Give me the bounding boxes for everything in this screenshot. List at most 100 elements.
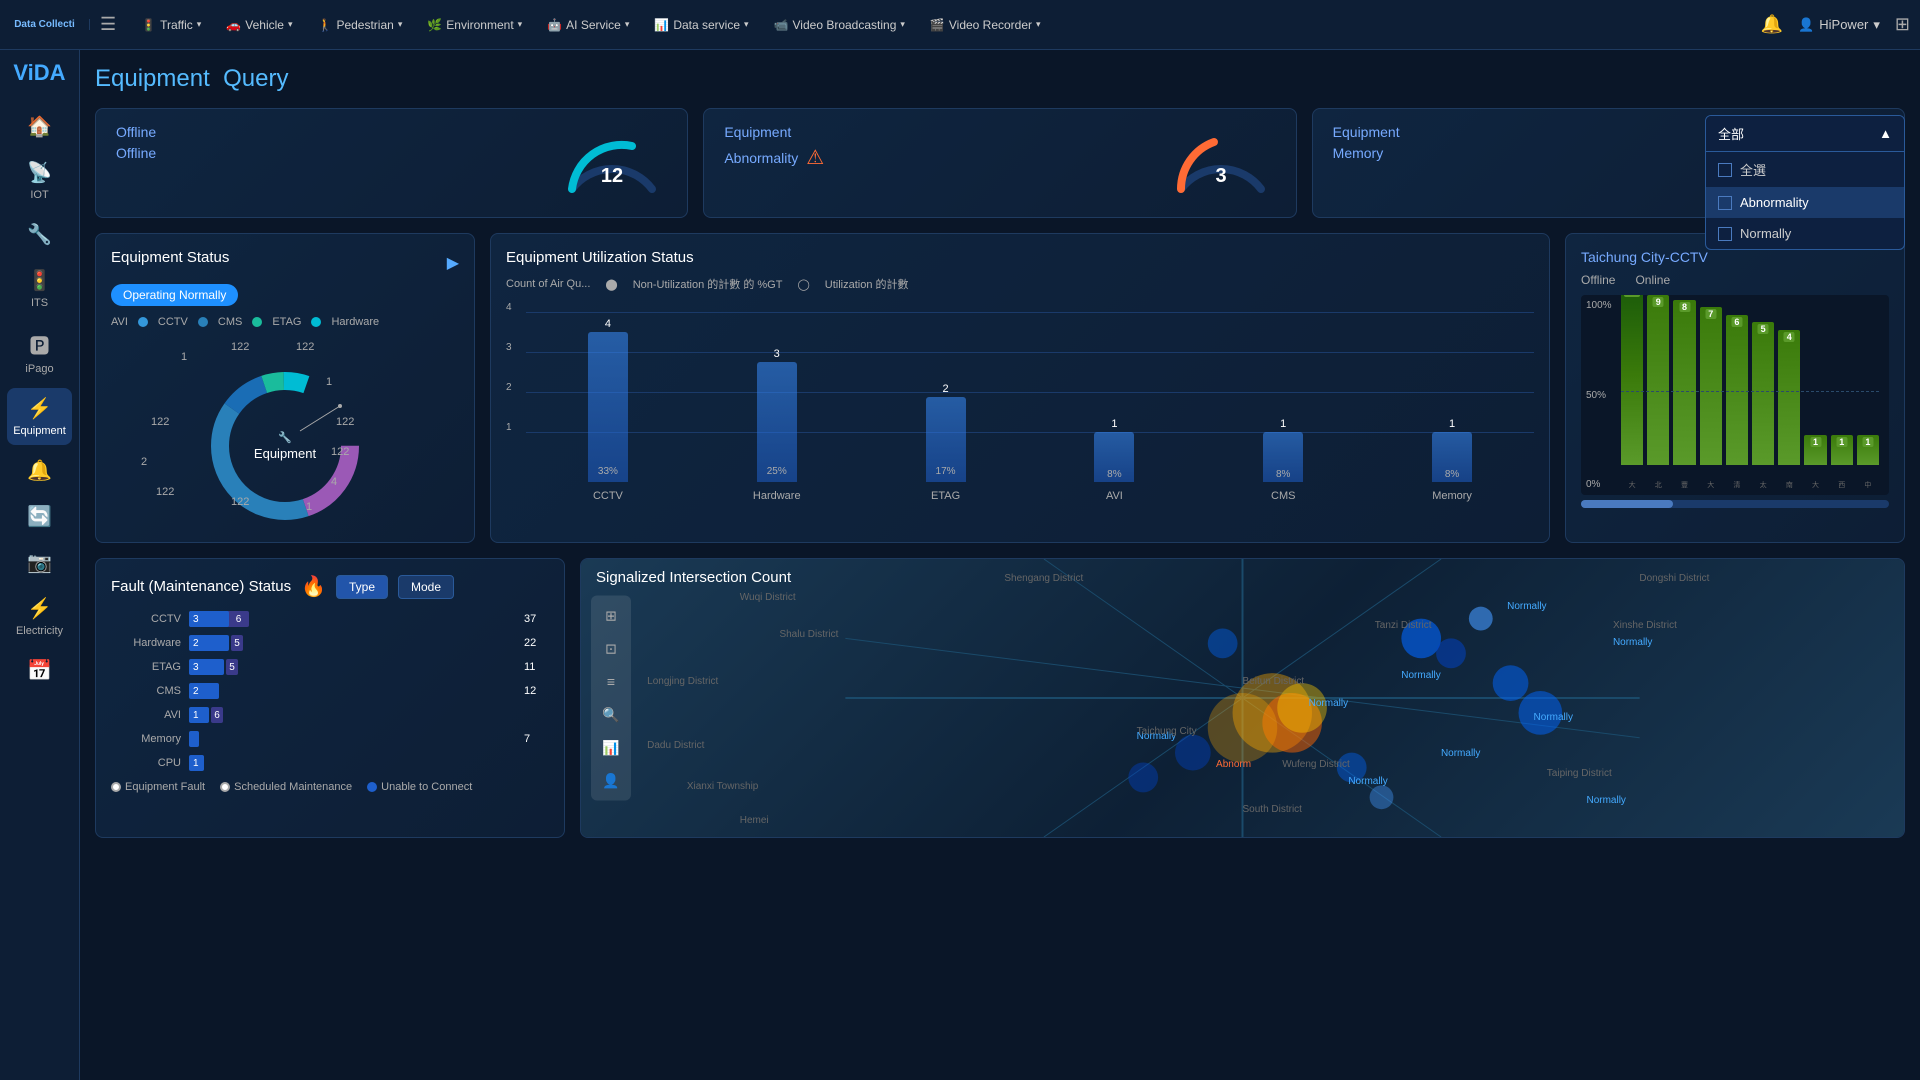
- sidebar-item-alerts[interactable]: 🔔: [7, 450, 72, 491]
- map-zoom-in-button[interactable]: 🔍: [596, 700, 626, 730]
- fault-mode-button[interactable]: Mode: [398, 575, 454, 599]
- dropdown-item-all[interactable]: 全選: [1706, 152, 1904, 187]
- history-icon: 🔄: [27, 504, 52, 529]
- sidebar-item-iot[interactable]: 📡 IOT: [7, 152, 72, 209]
- memory-sublabel: Memory: [1333, 145, 1400, 161]
- play-button[interactable]: ▶: [447, 253, 459, 273]
- nav-ai-service[interactable]: 🤖 AI Service ▾: [537, 13, 639, 37]
- map-normally-9: Normally: [1586, 795, 1625, 806]
- fault-icon: 🔥: [301, 574, 326, 599]
- bar-cms: 1 8%: [1201, 418, 1365, 482]
- dropdown-item-abnormality[interactable]: Abnormality: [1706, 187, 1904, 218]
- sidebar-item-history[interactable]: 🔄: [7, 496, 72, 537]
- map-grid-button[interactable]: ⊡: [596, 634, 626, 664]
- dist-shalu: Shalu District: [779, 629, 838, 640]
- nav-video-recorder[interactable]: 🎬 Video Recorder ▾: [920, 13, 1051, 37]
- sidebar-item-camera[interactable]: 📷: [7, 542, 72, 583]
- svg-text:Equipment: Equipment: [254, 446, 317, 461]
- bottom-row: Fault (Maintenance) Status 🔥 Type Mode C…: [95, 558, 1905, 838]
- bar-chart: 4 3 2 1 4 33%: [506, 302, 1534, 522]
- sidebar-item-equipment[interactable]: ⚡ Equipment: [7, 388, 72, 445]
- dropdown-item-normally[interactable]: Normally: [1706, 218, 1904, 249]
- notifications-bell[interactable]: 🔔: [1761, 14, 1783, 35]
- fault-row-avi: AVI 1 6: [111, 705, 549, 725]
- cctv-legend-dot: [138, 317, 148, 327]
- map-normally-7: Normally: [1441, 748, 1480, 759]
- alert-icon: 🔔: [27, 458, 52, 483]
- hamburger-button[interactable]: ☰: [100, 14, 116, 35]
- dist-south: South District: [1243, 804, 1302, 815]
- etag-legend-dot: [252, 317, 262, 327]
- bar-hardware: 3 25%: [695, 348, 859, 482]
- cms-legend-dot: [198, 317, 208, 327]
- nav-traffic[interactable]: 🚦 Traffic ▾: [131, 13, 211, 37]
- dist-longjing: Longjing District: [647, 676, 718, 687]
- dist-dongshi: Dongshi District: [1639, 573, 1709, 584]
- map-abnorm-1: Abnorm: [1216, 759, 1251, 770]
- app-logo: Data Collecti: [10, 19, 90, 30]
- bar-cctv: 4 33%: [526, 318, 690, 482]
- map-normally-3: Normally: [1401, 670, 1440, 681]
- chevron-up-icon: ▲: [1879, 126, 1892, 141]
- map-normally-5: Normally: [1534, 712, 1573, 723]
- hardware-legend-dot: [311, 317, 321, 327]
- stat-card-abnormality: Equipment Abnormality ⚠ 3: [703, 108, 1296, 218]
- map-chart-button[interactable]: 📊: [596, 733, 626, 763]
- map-user-button[interactable]: 👤: [596, 766, 626, 796]
- sidebar-item-electricity[interactable]: ⚡ Electricity: [7, 588, 72, 645]
- abnormality-sublabel: Abnormality: [724, 150, 798, 166]
- warning-icon: ⚠: [806, 145, 824, 170]
- grid-icon[interactable]: ⊞: [1895, 14, 1910, 35]
- sidebar-item-calendar[interactable]: 📅: [7, 650, 72, 691]
- nav-vehicle[interactable]: 🚗 Vehicle ▾: [216, 13, 302, 37]
- equipment-fault-dot: [111, 782, 121, 792]
- map-lines-button[interactable]: ≡: [596, 667, 626, 697]
- map-normally-4: Normally: [1309, 698, 1348, 709]
- nav-data-service[interactable]: 📊 Data service ▾: [644, 13, 758, 37]
- bar-avi: 1 8%: [1032, 418, 1196, 482]
- sidebar-item-ipago[interactable]: 🅿 iPago: [7, 322, 72, 383]
- dropdown-header[interactable]: 全部 ▲: [1706, 116, 1904, 152]
- svg-text:🔧: 🔧: [278, 430, 292, 444]
- utilization-title: Equipment Utilization Status: [506, 249, 1534, 266]
- fault-title: Fault (Maintenance) Status 🔥 Type Mode: [111, 574, 549, 599]
- dist-hemei: Hemei: [740, 815, 769, 826]
- nav-video-broadcasting[interactable]: 📹 Video Broadcasting ▾: [764, 13, 915, 37]
- dist-tanzi: Tanzi District: [1375, 620, 1432, 631]
- utilization-panel: Equipment Utilization Status Count of Ai…: [490, 233, 1550, 543]
- user-menu[interactable]: 👤 HiPower ▾: [1798, 17, 1880, 33]
- sidebar-item-its[interactable]: 🚦 ITS: [7, 260, 72, 317]
- stat-cards-row: Offline Offline 12 Equipment Ab: [95, 108, 1905, 218]
- checkbox-normally[interactable]: [1718, 227, 1732, 241]
- checkbox-all[interactable]: [1718, 163, 1732, 177]
- cctv-title: Taichung City-CCTV: [1581, 249, 1889, 265]
- scheduled-maint-dot: [220, 782, 230, 792]
- cctv-scrollbar[interactable]: [1581, 500, 1889, 508]
- fault-type-button[interactable]: Type: [336, 575, 388, 599]
- cctv-panel: Taichung City-CCTV Offline Online 100% 5…: [1565, 233, 1905, 543]
- map-title: Signalized Intersection Count: [596, 569, 791, 586]
- map-layers-button[interactable]: ⊞: [596, 601, 626, 631]
- page-title: Equipment Query: [95, 65, 1905, 93]
- electricity-icon: ⚡: [27, 596, 52, 621]
- offline-gauge: 12: [557, 124, 667, 199]
- nav-environment[interactable]: 🌿 Environment ▾: [417, 13, 532, 37]
- middle-row: Equipment Status ▶ Operating Normally AV…: [95, 233, 1905, 543]
- dist-xinshe: Xinshe District: [1613, 620, 1677, 631]
- sidebar-item-home[interactable]: 🏠: [7, 106, 72, 147]
- offline-online-labels: Offline Online: [1581, 273, 1889, 287]
- camera-icon: 📷: [27, 550, 52, 575]
- nav-pedestrian[interactable]: 🚶 Pedestrian ▾: [307, 13, 412, 37]
- fault-row-memory: Memory 7: [111, 729, 549, 749]
- nav-right: 🔔 👤 HiPower ▾ ⊞: [1761, 14, 1910, 35]
- unable-connect-dot: [367, 782, 377, 792]
- nav-menu: 🚦 Traffic ▾ 🚗 Vehicle ▾ 🚶 Pedestrian ▾ 🌿…: [131, 13, 1761, 37]
- dist-wufeng: Wufeng District: [1282, 759, 1350, 770]
- checkbox-abnormality[interactable]: [1718, 196, 1732, 210]
- map-tools: ⊞ ⊡ ≡ 🔍 📊 👤: [591, 596, 631, 801]
- offline-sublabel: Offline: [116, 145, 156, 161]
- bar-memory: 1 8%: [1370, 418, 1534, 482]
- svg-text:12: 12: [601, 165, 623, 187]
- sidebar-item-settings[interactable]: 🔧: [7, 214, 72, 255]
- dist-xianxi: Xianxi Township: [687, 781, 759, 792]
